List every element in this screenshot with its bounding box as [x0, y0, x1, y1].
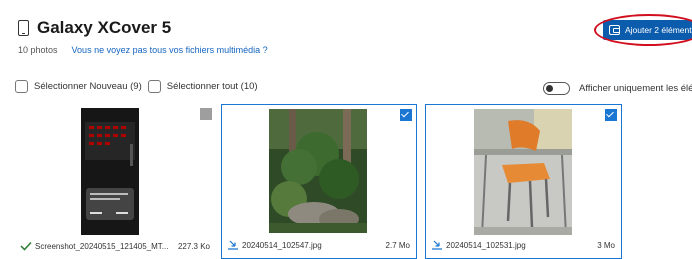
import-icon: [609, 25, 620, 35]
missing-files-link[interactable]: Vous ne voyez pas tous vos fichiers mult…: [72, 45, 268, 55]
checkbox-box[interactable]: [147, 80, 161, 93]
device-header: Galaxy XCover 5: [18, 18, 171, 38]
card-meta: Screenshot_20240515_121405_MT... 227.3 K…: [20, 241, 210, 251]
select-all-checkbox[interactable]: Sélectionner tout (10): [147, 80, 258, 93]
media-card[interactable]: 20240514_102547.jpg 2.7 Mo: [221, 104, 417, 259]
card-meta: 20240514_102547.jpg 2.7 Mo: [227, 240, 410, 250]
media-card[interactable]: Screenshot_20240515_121405_MT... 227.3 K…: [15, 104, 216, 259]
select-checkbox[interactable]: [605, 109, 617, 121]
thumbnail: [81, 108, 139, 235]
select-all-label: Sélectionner tout (10): [166, 81, 258, 92]
file-size: 2.7 Mo: [385, 240, 410, 250]
show-only-label: Afficher uniquement les élé: [579, 83, 692, 94]
file-name: 20240514_102531.jpg: [446, 240, 526, 250]
check-icon: [20, 241, 32, 251]
checkbox-box[interactable]: [15, 80, 28, 93]
add-items-label: Ajouter 2 éléments: [625, 25, 692, 35]
import-icon: [228, 240, 238, 250]
thumbnail: [474, 109, 572, 235]
select-new-label: Sélectionner Nouveau (9): [34, 81, 142, 92]
phone-icon: [18, 20, 29, 36]
selection-toolbar: Sélectionner Nouveau (9) Sélectionner to…: [15, 80, 264, 93]
show-only-toggle[interactable]: [543, 82, 570, 95]
media-card[interactable]: 20240514_102531.jpg 3 Mo: [425, 104, 622, 259]
subtitle-row: 10 photos Vous ne voyez pas tous vos fic…: [18, 45, 268, 55]
file-name: Screenshot_20240515_121405_MT...: [35, 241, 169, 251]
photo-count: 10 photos: [18, 45, 58, 55]
file-size: 3 Mo: [597, 240, 615, 250]
import-icon: [432, 240, 442, 250]
file-name: 20240514_102547.jpg: [242, 240, 322, 250]
card-meta: 20240514_102531.jpg 3 Mo: [431, 240, 615, 250]
thumbnail: [269, 109, 367, 233]
select-checkbox[interactable]: [400, 109, 412, 121]
page-title: Galaxy XCover 5: [37, 18, 172, 37]
select-new-checkbox[interactable]: Sélectionner Nouveau (9): [15, 80, 142, 93]
file-size: 227.3 Ko: [177, 241, 210, 251]
add-items-button[interactable]: Ajouter 2 éléments: [603, 20, 692, 40]
select-checkbox[interactable]: [200, 108, 212, 120]
show-only-toggle-row: Afficher uniquement les élé: [543, 82, 692, 95]
